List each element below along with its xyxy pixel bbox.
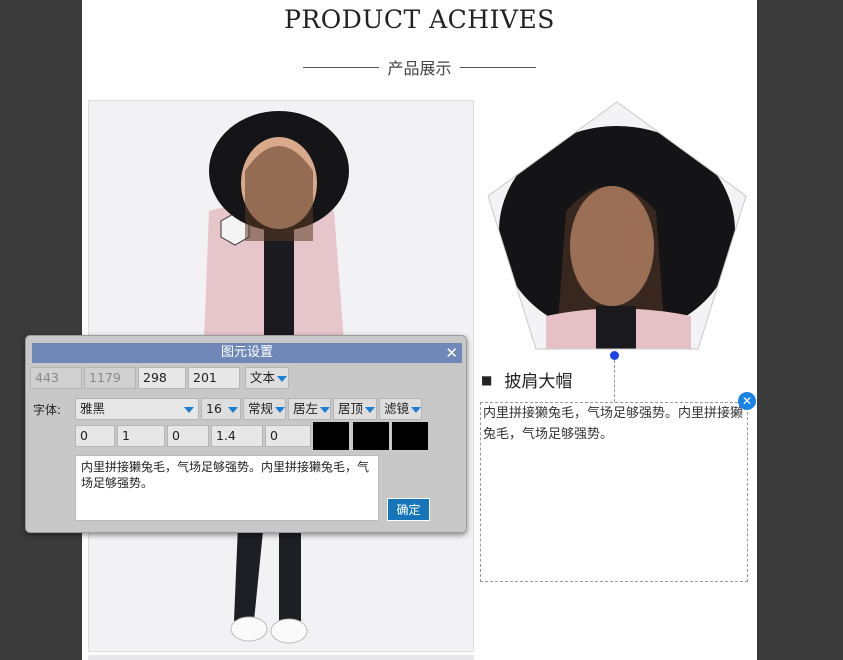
subtitle-text: 产品展示	[387, 59, 452, 78]
height-field[interactable]: 201	[188, 367, 240, 389]
chevron-down-icon	[320, 406, 331, 413]
align-vertical-value: 居顶	[338, 401, 364, 416]
product-heading-text: 披肩大帽	[504, 372, 573, 392]
font-family-value: 雅黑	[80, 401, 106, 416]
font-size-value: 16	[206, 401, 222, 416]
product-heading: ■ 披肩大帽	[481, 367, 572, 392]
param-field-5[interactable]: 0	[265, 425, 311, 447]
bullet-square-icon: ■	[481, 372, 493, 387]
align-horizontal-select[interactable]: 居左	[288, 398, 331, 420]
next-section-strip	[88, 655, 474, 660]
confirm-button[interactable]: 确定	[387, 498, 430, 521]
font-size-select[interactable]: 16	[201, 398, 241, 420]
chevron-down-icon	[227, 406, 238, 413]
rotate-handle[interactable]	[610, 351, 619, 360]
divider-right	[459, 66, 536, 68]
type-select[interactable]: 文本	[245, 367, 289, 389]
pentagon-portrait	[487, 101, 747, 350]
selected-text-element[interactable]: 内里拼接獭兔毛，气场足够强势。内里拼接獭兔毛，气场足够强势。	[480, 402, 748, 582]
chevron-down-icon	[184, 407, 194, 413]
dialog-title: 图元设置	[220, 345, 273, 360]
chevron-down-icon	[275, 406, 286, 413]
rotate-handle-line	[614, 360, 615, 402]
param-field-1[interactable]: 0	[75, 425, 115, 447]
chevron-down-icon	[365, 406, 376, 413]
width-field[interactable]: 298	[138, 367, 186, 389]
right-gutter	[757, 0, 843, 660]
page-subtitle: 产品展示	[82, 55, 757, 79]
x-position-field[interactable]: 443	[30, 367, 82, 389]
delete-element-icon[interactable]: ✕	[738, 392, 756, 410]
font-weight-select[interactable]: 常规	[243, 398, 286, 420]
divider-left	[303, 66, 380, 68]
filter-select[interactable]: 滤镜	[379, 398, 422, 420]
color-swatch-2[interactable]	[353, 422, 389, 450]
color-swatch-1[interactable]	[313, 422, 349, 450]
chevron-down-icon	[411, 406, 422, 413]
page-title: PRODUCT ACHIVES	[284, 5, 555, 34]
param-field-3[interactable]: 0	[167, 425, 209, 447]
color-swatch-3[interactable]	[392, 422, 428, 450]
font-label: 字体:	[33, 403, 62, 417]
dialog-titlebar[interactable]: 图元设置 ✕	[32, 343, 462, 363]
align-vertical-select[interactable]: 居顶	[333, 398, 377, 420]
pentagon-image[interactable]	[486, 101, 748, 351]
close-icon[interactable]: ✕	[445, 343, 458, 363]
filter-value: 滤镜	[384, 401, 410, 416]
text-content-input[interactable]: 内里拼接獭兔毛，气场足够强势。内里拼接獭兔毛，气场足够强势。	[75, 455, 379, 521]
line-height-field[interactable]: 1.4	[211, 425, 263, 447]
type-select-value: 文本	[250, 370, 276, 385]
font-family-select[interactable]: 雅黑	[75, 398, 199, 420]
align-horizontal-value: 居左	[293, 401, 319, 416]
font-weight-value: 常规	[248, 401, 274, 416]
chevron-down-icon	[277, 375, 288, 382]
y-position-field[interactable]: 1179	[84, 367, 136, 389]
left-gutter	[0, 0, 82, 660]
param-field-2[interactable]: 1	[117, 425, 165, 447]
